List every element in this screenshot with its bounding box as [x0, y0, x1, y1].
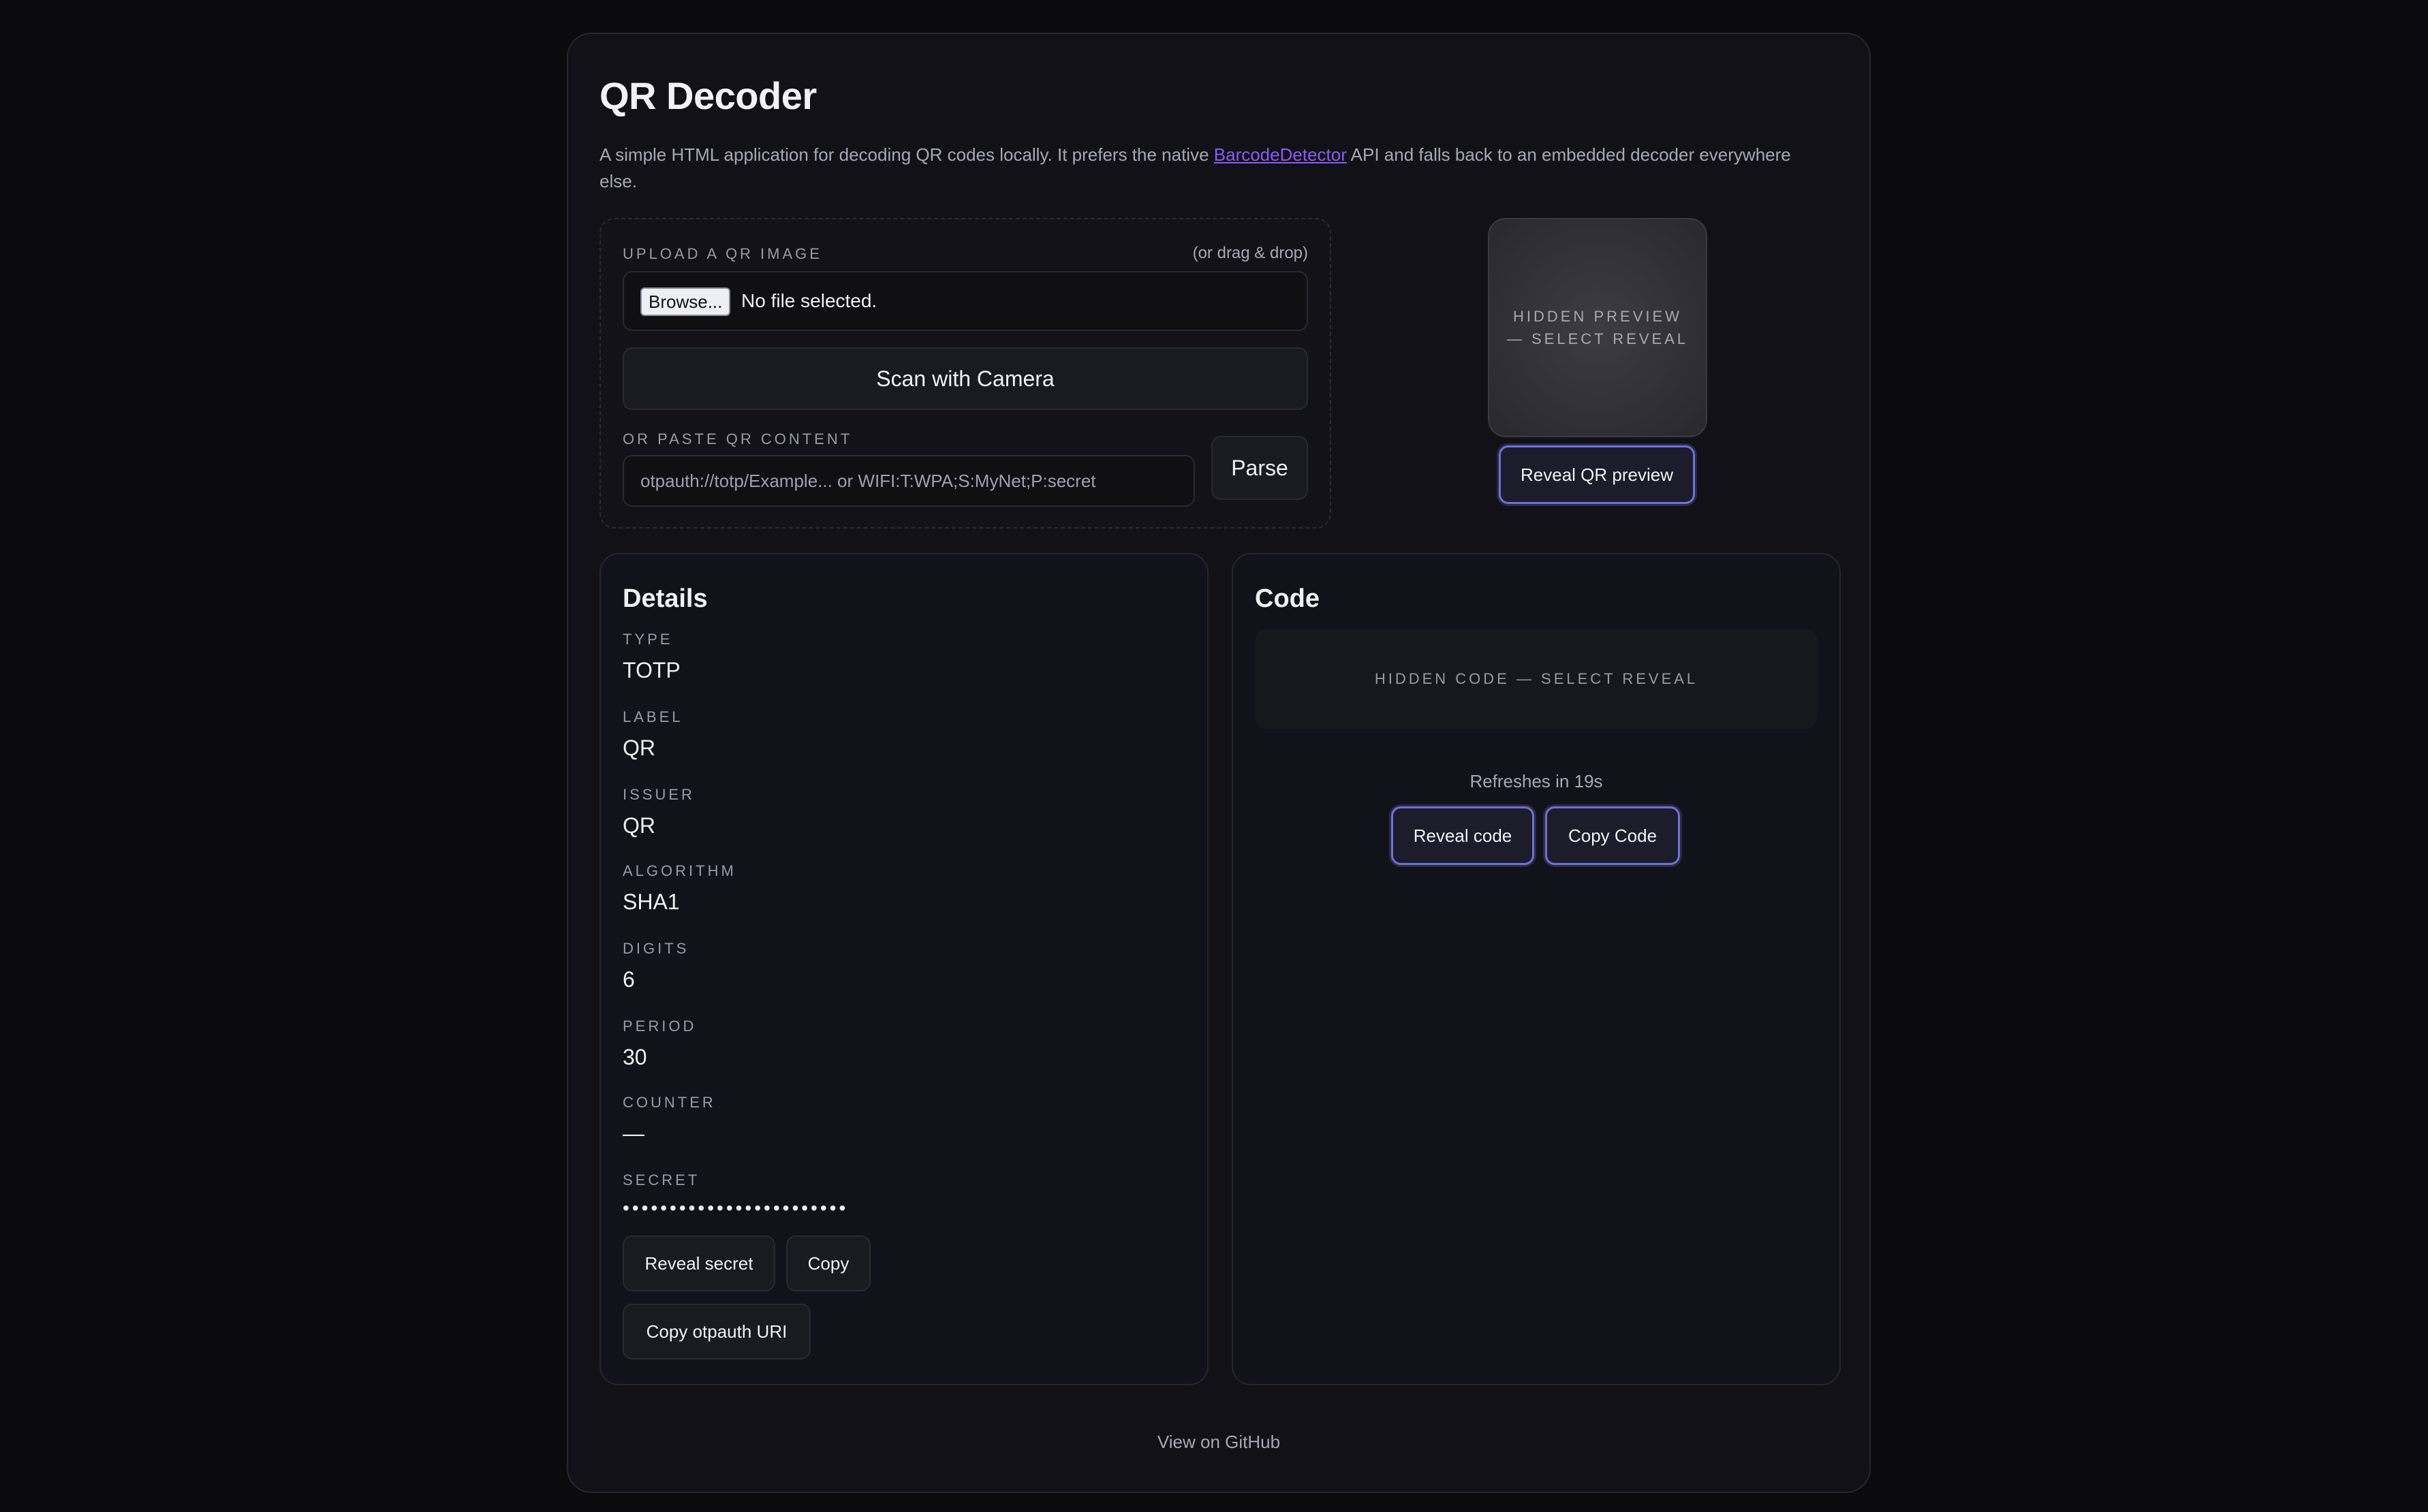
reveal-secret-button[interactable]: Reveal secret: [623, 1235, 775, 1291]
hidden-code-text: HIDDEN CODE — SELECT REVEAL: [1374, 670, 1698, 687]
paste-label: OR PASTE QR CONTENT: [623, 430, 853, 447]
details-card: Details TYPE TOTP LABEL QR ISSUER QR ALG…: [600, 553, 1209, 1385]
field-value: 30: [623, 1045, 647, 1069]
field-value: TOTP: [623, 658, 681, 682]
reveal-preview-button[interactable]: Reveal QR preview: [1499, 445, 1695, 504]
field-label: TYPE: [623, 631, 673, 648]
field-secret: SECRET ••••••••••••••••••••••••: [623, 1171, 848, 1219]
parse-button[interactable]: Parse: [1211, 436, 1308, 500]
file-input[interactable]: Browse... No file selected.: [623, 271, 1308, 331]
field-counter: COUNTER —: [623, 1094, 716, 1146]
field-label: ALGORITHM: [623, 862, 736, 879]
hidden-preview-text: HIDDEN PREVIEW — SELECT REVEAL: [1506, 308, 1689, 347]
field-issuer: ISSUER QR: [623, 786, 695, 838]
field-label: SECRET: [623, 1171, 700, 1188]
paste-content-input[interactable]: otpauth://totp/Example... or WIFI:T:WPA;…: [623, 455, 1195, 507]
browse-button[interactable]: Browse...: [640, 287, 731, 316]
upload-label: UPLOAD A QR IMAGE: [623, 245, 822, 262]
github-link[interactable]: View on GitHub: [568, 1432, 1869, 1453]
code-title: Code: [1255, 584, 1320, 613]
field-label: DIGITS: [623, 940, 689, 957]
hidden-code-box: HIDDEN CODE — SELECT REVEAL: [1255, 629, 1818, 729]
field-label: PERIOD: [623, 1018, 697, 1035]
barcodedetector-link[interactable]: BarcodeDetector: [1214, 144, 1347, 165]
secret-masked-value: ••••••••••••••••••••••••: [623, 1197, 849, 1218]
field-type: TYPE TOTP: [623, 631, 681, 683]
intro-text-start: A simple HTML application for decoding Q…: [600, 144, 1214, 165]
file-status: No file selected.: [741, 290, 877, 311]
field-value: SHA1: [623, 889, 680, 914]
field-label: COUNTER: [623, 1094, 716, 1111]
app-panel: QR Decoder A simple HTML application for…: [567, 33, 1871, 1493]
field-label: LABEL: [623, 708, 683, 725]
intro-text: A simple HTML application for decoding Q…: [600, 142, 1799, 195]
field-digits: DIGITS 6: [623, 940, 689, 992]
field-value: 6: [623, 967, 635, 992]
copy-secret-button[interactable]: Copy: [786, 1235, 871, 1291]
refresh-countdown: Refreshes in 19s: [1469, 771, 1603, 791]
field-value: QR: [623, 736, 655, 760]
details-title: Details: [623, 584, 708, 613]
qr-preview: HIDDEN PREVIEW — SELECT REVEAL: [1488, 218, 1707, 437]
copy-otpauth-uri-button[interactable]: Copy otpauth URI: [623, 1304, 811, 1359]
code-card: Code HIDDEN CODE — SELECT REVEAL Refresh…: [1232, 553, 1841, 1385]
reveal-code-button[interactable]: Reveal code: [1391, 806, 1534, 865]
field-period: PERIOD 30: [623, 1018, 696, 1070]
page-title: QR Decoder: [600, 74, 817, 117]
scan-camera-button[interactable]: Scan with Camera: [623, 347, 1308, 410]
copy-code-button[interactable]: Copy Code: [1545, 806, 1680, 865]
field-value: QR: [623, 813, 655, 838]
upload-drop-zone[interactable]: UPLOAD A QR IMAGE (or drag & drop) Brows…: [600, 218, 1331, 529]
field-algorithm: ALGORITHM SHA1: [623, 862, 736, 915]
field-label-row: LABEL QR: [623, 708, 683, 761]
drag-drop-hint: (or drag & drop): [1192, 244, 1308, 262]
field-value: —: [623, 1121, 644, 1146]
field-label: ISSUER: [623, 786, 695, 803]
